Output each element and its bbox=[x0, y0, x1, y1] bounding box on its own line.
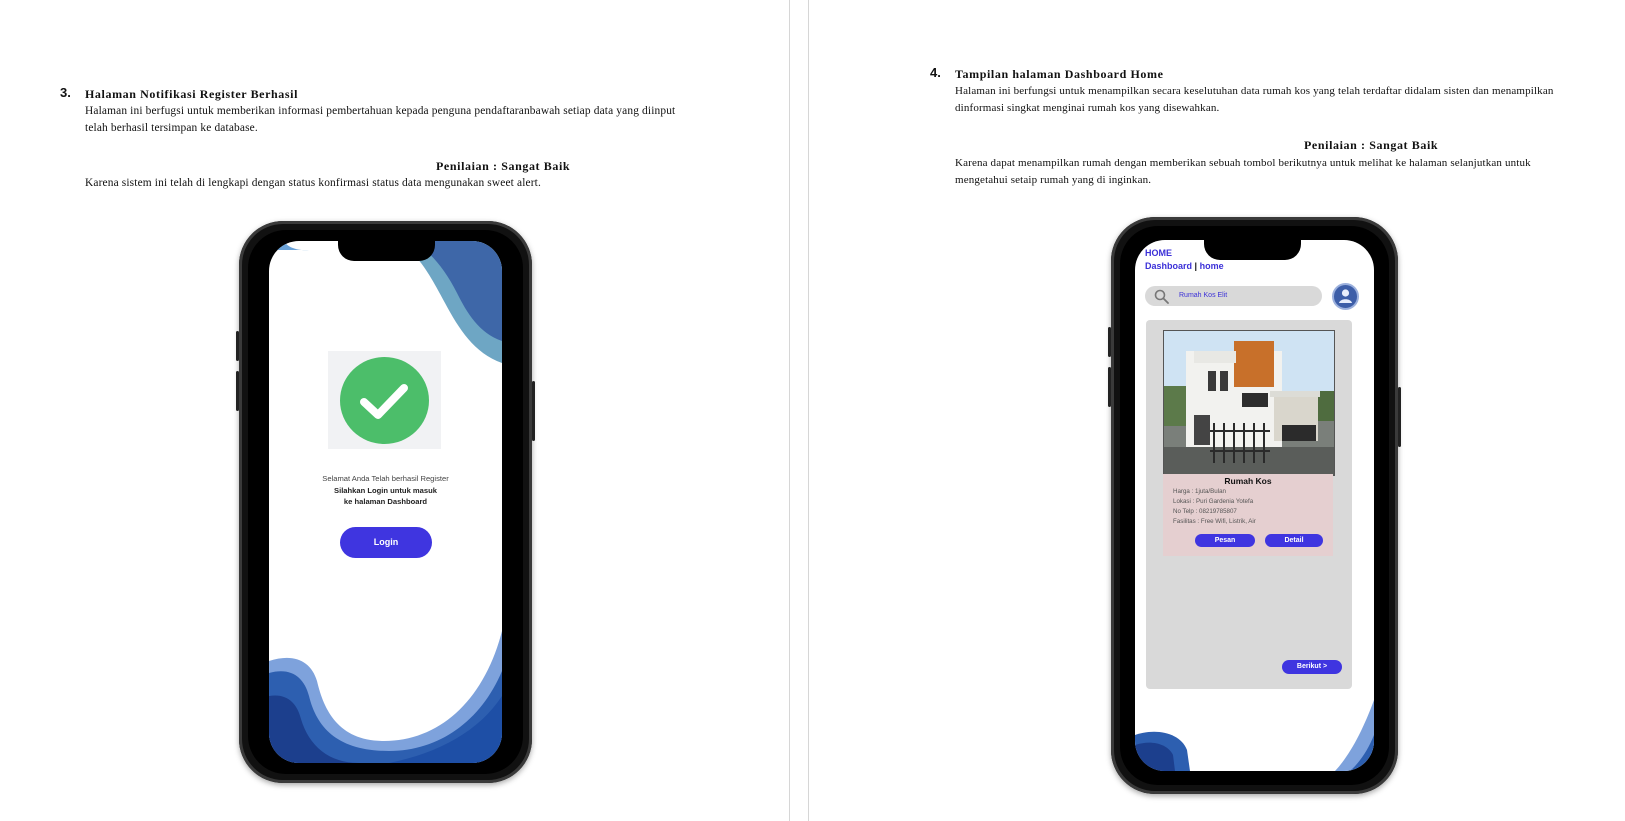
description-line: telah berhasil tersimpan ke database. bbox=[85, 122, 258, 134]
description-line: dinformasi singkat menginai rumah kos ya… bbox=[955, 102, 1220, 114]
rating-reason: Karena dapat menampilkan rumah dengan me… bbox=[955, 155, 1595, 189]
description-line: Halaman ini berfungsi untuk menampilkan … bbox=[955, 85, 1554, 97]
login-instruction: ke halaman Dashboard bbox=[343, 497, 428, 506]
listing-panel: Rumah Kos Harga : 1juta/Bulan Lokasi : P… bbox=[1146, 320, 1352, 689]
search-input[interactable]: Rumah Kos Elit bbox=[1179, 292, 1227, 299]
card-title: Rumah Kos bbox=[1224, 476, 1272, 486]
card-location: Lokasi : Puri Gardenia Yotefa bbox=[1173, 498, 1254, 505]
house-image bbox=[1164, 331, 1334, 475]
phone-side-button bbox=[1398, 387, 1401, 447]
success-message: Selamat Anda Telah berhasil Register bbox=[322, 474, 449, 483]
phone-notch bbox=[1204, 240, 1301, 260]
section-title: Tampilan halaman Dashboard Home bbox=[955, 67, 1164, 81]
phone-screen: Selamat Anda Telah berhasil Register Sil… bbox=[269, 241, 502, 763]
check-icon bbox=[340, 357, 429, 444]
house-photo bbox=[1163, 330, 1335, 476]
reason-line: mengetahui setaip rumah yang di inginkan… bbox=[955, 174, 1152, 186]
phone-dashboard-home: HOME Dashboard | home Rumah Kos Elit Rum… bbox=[1108, 217, 1401, 794]
phone-side-button bbox=[1108, 327, 1111, 357]
search-icon bbox=[1154, 289, 1169, 304]
success-illustration bbox=[328, 351, 441, 449]
section-title: Halaman Notifikasi Register Berhasil bbox=[85, 87, 299, 101]
breadcrumb-separator: | bbox=[1194, 261, 1198, 271]
rating-label: Penilaian : Sangat Baik bbox=[1304, 138, 1439, 152]
section-number: 4. bbox=[930, 65, 941, 80]
phone-side-button bbox=[532, 381, 535, 441]
order-button[interactable]: Pesan bbox=[1195, 534, 1255, 547]
phone-side-button bbox=[236, 331, 239, 361]
listing-card: Rumah Kos Harga : 1juta/Bulan Lokasi : P… bbox=[1163, 474, 1333, 556]
user-icon bbox=[1339, 289, 1352, 303]
breadcrumb-dashboard[interactable]: Dashboard bbox=[1145, 261, 1192, 271]
card-price: Harga : 1juta/Bulan bbox=[1173, 488, 1226, 495]
phone-screen: HOME Dashboard | home Rumah Kos Elit Rum… bbox=[1135, 240, 1374, 771]
card-facilities: Fasilitas : Free Wifi, Listrik, Air bbox=[1173, 518, 1256, 525]
next-button[interactable]: Berikut > bbox=[1282, 660, 1342, 674]
phone-side-button bbox=[236, 371, 239, 411]
card-phone: No Telp : 08219785807 bbox=[1173, 508, 1237, 515]
user-avatar[interactable] bbox=[1332, 283, 1359, 310]
rating-label: Penilaian : Sangat Baik bbox=[436, 159, 571, 173]
phone-side-button bbox=[1108, 367, 1111, 407]
rating-reason: Karena sistem ini telah di lengkapi deng… bbox=[85, 177, 541, 189]
login-button[interactable]: Login bbox=[340, 527, 432, 558]
phone-notch bbox=[338, 241, 435, 261]
detail-button[interactable]: Detail bbox=[1265, 534, 1323, 547]
breadcrumb: Dashboard | home bbox=[1145, 261, 1224, 271]
page-gutter bbox=[789, 0, 809, 821]
description-line: Halaman ini berfugsi untuk memberikan in… bbox=[85, 105, 676, 117]
breadcrumb-home[interactable]: home bbox=[1200, 261, 1224, 271]
section-description: Halaman ini berfungsi untuk menampilkan … bbox=[955, 83, 1595, 117]
login-instruction: Silahkan Login untuk masuk bbox=[334, 486, 437, 495]
phone-register-success: Selamat Anda Telah berhasil Register Sil… bbox=[236, 221, 535, 783]
reason-line: Karena dapat menampilkan rumah dengan me… bbox=[955, 157, 1531, 169]
section-number: 3. bbox=[60, 85, 71, 100]
page-title: HOME bbox=[1145, 248, 1172, 258]
search-bar[interactable]: Rumah Kos Elit bbox=[1145, 286, 1322, 306]
section-description: Halaman ini berfugsi untuk memberikan in… bbox=[85, 103, 735, 137]
